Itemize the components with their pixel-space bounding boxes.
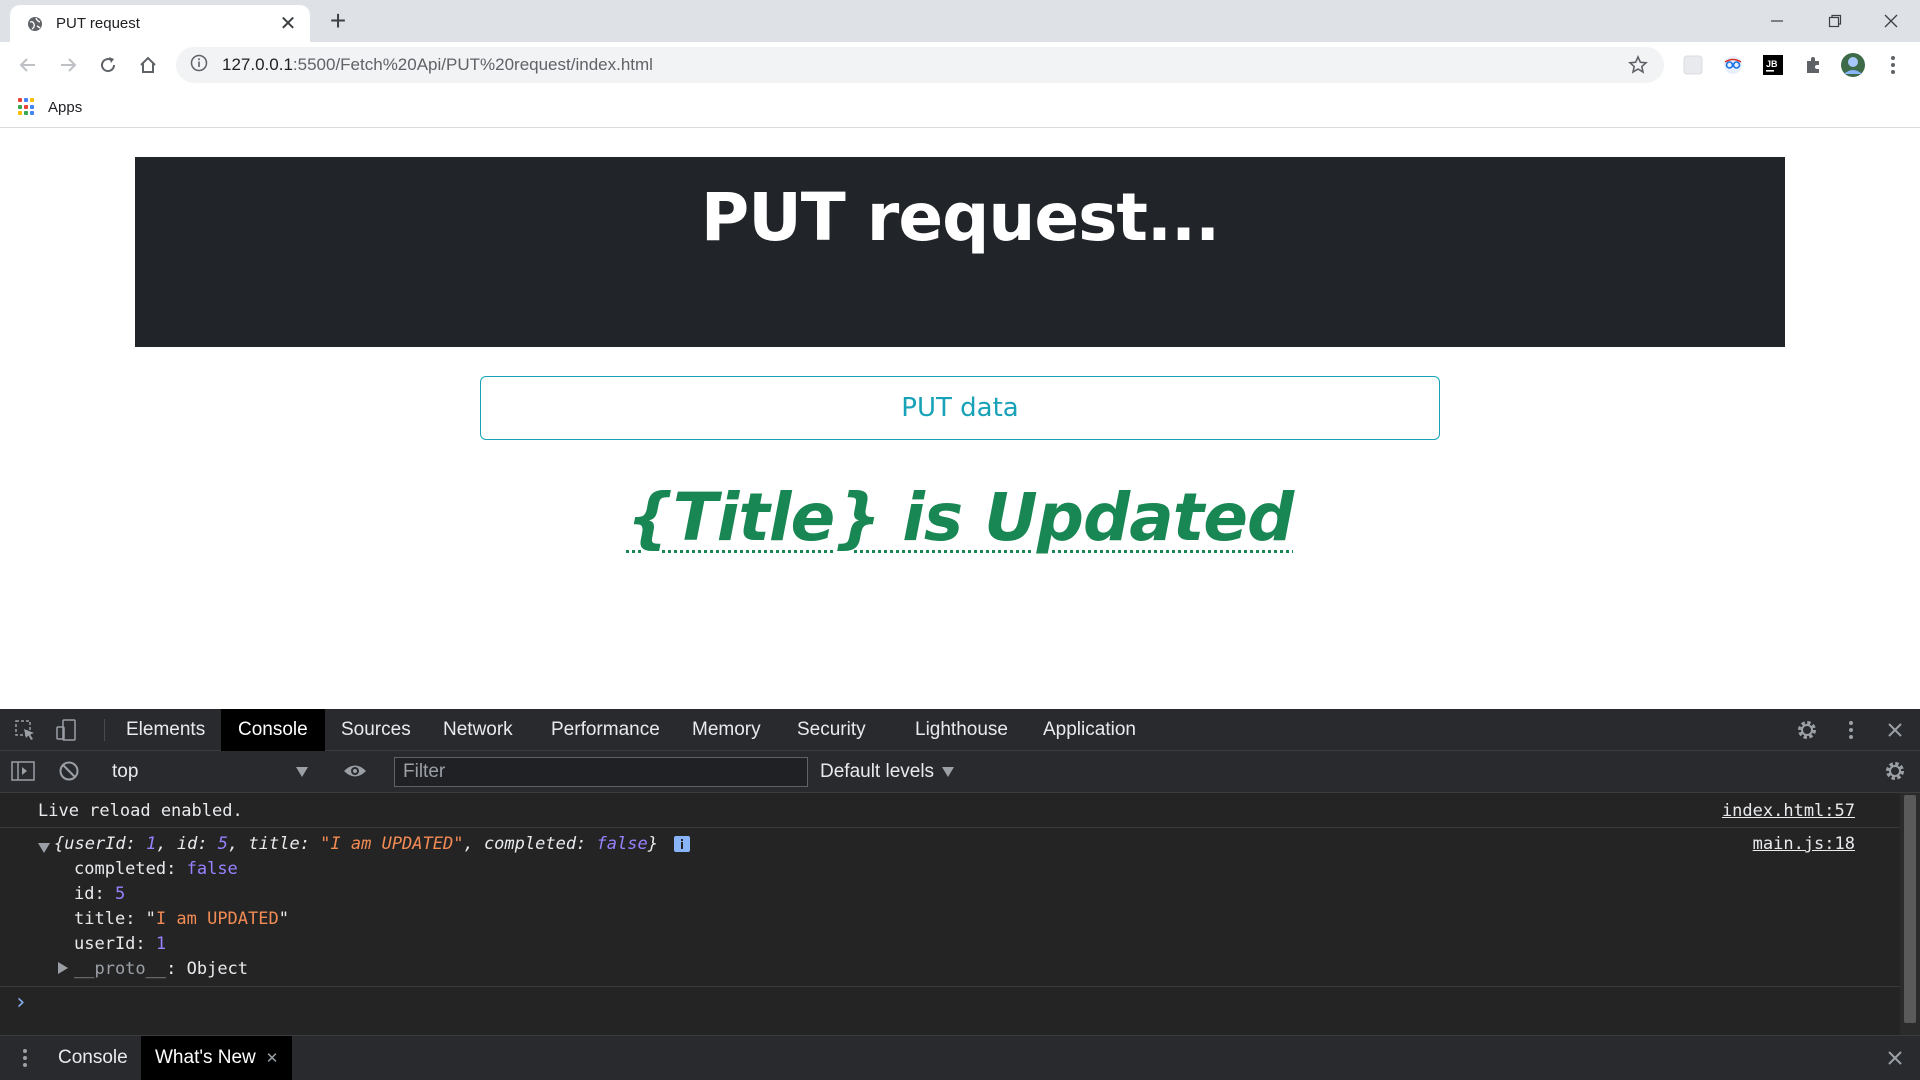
browser-toolbar: 127.0.0.1:5500/Fetch%20Api/PUT%20request…	[0, 42, 1920, 88]
device-toolbar-icon[interactable]	[54, 718, 80, 742]
devtools-menu-icon[interactable]	[1838, 718, 1864, 742]
address-bar[interactable]: 127.0.0.1:5500/Fetch%20Api/PUT%20request…	[176, 47, 1664, 83]
tab-application[interactable]: Application	[1026, 709, 1153, 751]
filter-input[interactable]: Filter	[394, 757, 808, 787]
tab-memory[interactable]: Memory	[675, 709, 778, 751]
console-sidebar-icon[interactable]	[10, 759, 36, 783]
tab-close-icon[interactable]: ✕	[278, 14, 298, 34]
collapse-triangle-icon[interactable]	[58, 959, 74, 979]
prop-completed: completed: false	[74, 859, 238, 879]
live-reload-text: Live reload enabled.	[38, 801, 243, 821]
bookmark-star-icon[interactable]	[1628, 55, 1648, 80]
profile-avatar[interactable]	[1840, 52, 1866, 78]
status-message: {Title} is Updated	[0, 479, 1920, 556]
prop-proto[interactable]: __proto__: Object	[58, 959, 1920, 979]
site-info-icon[interactable]	[190, 54, 208, 77]
url-text: 127.0.0.1:5500/Fetch%20Api/PUT%20request…	[222, 55, 653, 74]
extension-icon[interactable]	[1680, 52, 1706, 78]
object-summary: {userId: 1, id: 5, title: "I am UPDATED"…	[54, 834, 658, 854]
extensions-puzzle-icon[interactable]	[1800, 52, 1826, 78]
forward-icon[interactable]	[52, 49, 84, 81]
dropdown-arrow-icon	[296, 761, 308, 783]
toolbar-divider	[104, 719, 105, 741]
drawer-menu-icon[interactable]	[12, 1046, 38, 1070]
settings-gear-icon[interactable]	[1794, 718, 1820, 742]
source-link-main[interactable]: main.js:18	[1753, 834, 1855, 854]
levels-arrow-icon	[942, 761, 955, 783]
globe-icon	[26, 15, 44, 33]
devtools-close-icon[interactable]	[1882, 718, 1908, 742]
devtools-panel: Elements Console Sources Network Perform…	[0, 709, 1920, 1080]
devtools-tabbar: Elements Console Sources Network Perform…	[0, 709, 1920, 751]
reload-icon[interactable]	[92, 49, 124, 81]
home-icon[interactable]	[132, 49, 164, 81]
page-header: PUT request...	[135, 157, 1785, 347]
page-title: PUT request...	[700, 179, 1220, 256]
inspect-element-icon[interactable]	[12, 718, 38, 742]
tab-sources[interactable]: Sources	[324, 709, 428, 751]
console-divider	[0, 986, 1900, 987]
log-levels-dropdown[interactable]: Default levels	[820, 757, 955, 787]
bookmarks-bar: Apps	[0, 88, 1920, 128]
jetbrains-extension-icon[interactable]: JB	[1760, 52, 1786, 78]
extension-mask-icon[interactable]	[1720, 52, 1746, 78]
tab-security[interactable]: Security	[780, 709, 883, 751]
apps-grid-icon	[18, 98, 36, 116]
minimize-icon[interactable]	[1748, 0, 1806, 42]
put-data-button[interactable]: PUT data	[480, 376, 1440, 440]
drawer-tab-whats-new[interactable]: What's New ✕	[141, 1036, 293, 1080]
console-scrollbar[interactable]	[1900, 793, 1920, 1035]
console-settings-gear-icon[interactable]	[1882, 759, 1908, 783]
context-selector[interactable]: top	[100, 757, 320, 787]
tab-network[interactable]: Network	[426, 709, 530, 751]
back-icon[interactable]	[12, 49, 44, 81]
bookmark-apps[interactable]: Apps	[18, 98, 82, 116]
console-prompt[interactable]: ›	[14, 990, 1914, 1015]
scrollbar-thumb[interactable]	[1904, 795, 1916, 1023]
menu-kebab-icon[interactable]	[1880, 52, 1906, 78]
page-viewport: PUT request... PUT data {Title} is Updat…	[0, 129, 1920, 709]
tab-title: PUT request	[56, 15, 140, 32]
expand-triangle-icon[interactable]	[38, 838, 50, 858]
console-filter-bar: top Filter Default levels	[0, 751, 1920, 793]
new-tab-button[interactable]: +	[322, 6, 354, 38]
window-close-icon[interactable]	[1862, 0, 1920, 42]
devtools-drawer: Console What's New ✕	[0, 1035, 1920, 1080]
drawer-close-icon[interactable]	[1882, 1046, 1908, 1070]
restore-icon[interactable]	[1806, 0, 1864, 42]
prop-userid: userId: 1	[74, 934, 167, 954]
drawer-tab-console[interactable]: Console	[44, 1036, 142, 1080]
console-divider	[0, 827, 1900, 828]
svg-text:JB: JB	[1766, 59, 1778, 69]
clear-console-icon[interactable]	[56, 759, 82, 783]
drawer-tab-close-icon[interactable]: ✕	[266, 1049, 279, 1067]
browser-tab[interactable]: PUT request ✕	[10, 5, 310, 42]
prop-title: title: "I am UPDATED"	[74, 909, 289, 929]
updated-title-text: {Title} is Updated	[626, 479, 1295, 556]
live-expression-eye-icon[interactable]	[342, 759, 368, 783]
console-output: Live reload enabled. index.html:57 {user…	[0, 793, 1900, 1035]
tab-console[interactable]: Console	[221, 709, 325, 751]
tab-lighthouse[interactable]: Lighthouse	[898, 709, 1025, 751]
prop-id: id: 5	[74, 884, 126, 904]
tab-performance[interactable]: Performance	[534, 709, 677, 751]
tab-strip: PUT request ✕ +	[0, 0, 1920, 42]
tab-elements[interactable]: Elements	[109, 709, 222, 751]
source-link-index[interactable]: index.html:57	[1722, 801, 1855, 821]
info-badge-icon[interactable]	[674, 836, 690, 857]
